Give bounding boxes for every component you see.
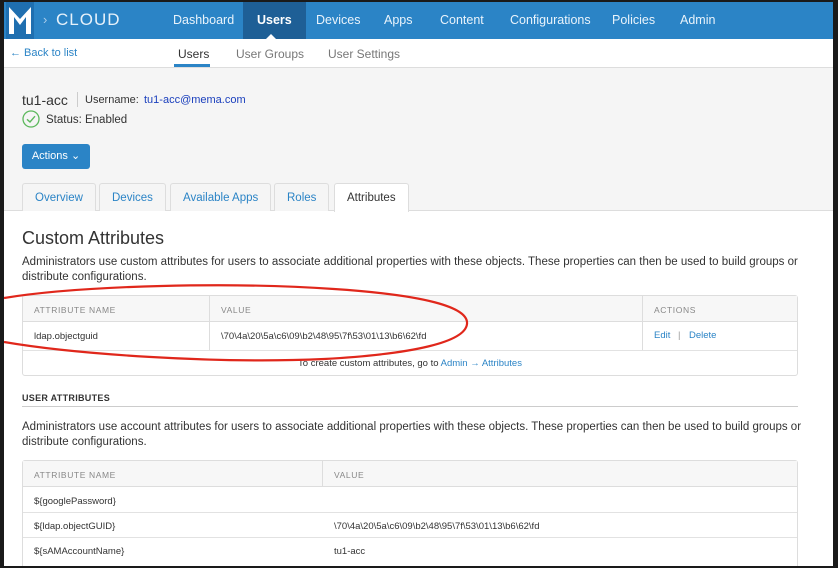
- column-header-actions: ACTIONS: [654, 305, 696, 315]
- status-text: Status: Enabled: [46, 114, 128, 126]
- username-link[interactable]: tu1-acc@mema.com: [144, 94, 246, 106]
- nav-admin[interactable]: Admin: [666, 2, 729, 39]
- brand-name: CLOUD: [56, 10, 121, 29]
- row-divider: [23, 350, 797, 351]
- nav-apps[interactable]: Apps: [370, 2, 427, 39]
- table-header: ATTRIBUTE NAME VALUE ACTIONS: [23, 296, 797, 322]
- nav-content[interactable]: Content: [426, 2, 498, 39]
- active-subtab-indicator: [174, 64, 210, 67]
- logo-icon: [9, 7, 31, 34]
- tab-available-apps[interactable]: Available Apps: [170, 183, 272, 211]
- user-attributes-table: ATTRIBUTE NAME VALUE ${googlePassword} $…: [22, 460, 798, 566]
- table-row-value: \70\4a\20\5a\c6\09\b2\48\95\7f\53\01\13\…: [334, 521, 540, 532]
- attribute-name-cell: ldap.objectguid: [34, 331, 98, 342]
- table-row-name: ${googlePassword}: [34, 496, 116, 507]
- back-to-list-link[interactable]: ← Back to list: [10, 47, 77, 59]
- column-divider: [322, 461, 323, 487]
- nav-devices[interactable]: Devices: [302, 2, 374, 39]
- attribute-value-cell: \70\4a\20\5a\c6\09\b2\48\95\7f\53\01\13\…: [221, 331, 427, 342]
- custom-attributes-description: Administrators use custom attributes for…: [22, 256, 798, 283]
- table-row-name: ${ldap.objectGUID}: [34, 521, 116, 532]
- admin-attributes-link[interactable]: Admin → Attributes: [441, 358, 522, 369]
- section-title-custom-attributes: Custom Attributes: [22, 228, 165, 248]
- sub-nav: ← Back to list Users User Groups User Se…: [4, 39, 833, 68]
- column-header-name: ATTRIBUTE NAME: [34, 470, 116, 480]
- heading-divider: [22, 406, 798, 407]
- column-header-value: VALUE: [221, 305, 252, 315]
- subtab-users[interactable]: Users: [178, 47, 209, 61]
- nav-configurations[interactable]: Configurations: [496, 2, 605, 39]
- row-divider: [23, 537, 797, 538]
- header-divider: [77, 92, 78, 107]
- tab-devices[interactable]: Devices: [99, 183, 166, 211]
- username-label: Username:: [85, 94, 139, 106]
- actions-separator: |: [678, 330, 681, 341]
- column-header-value: VALUE: [334, 470, 365, 480]
- custom-attributes-table: ATTRIBUTE NAME VALUE ACTIONS ldap.object…: [22, 295, 798, 376]
- footer-text: To create custom attributes, go to: [298, 358, 439, 369]
- custom-attributes-footer: To create custom attributes, go to Admin…: [23, 358, 797, 369]
- nav-chevron-icon: ›: [43, 12, 48, 27]
- column-divider: [642, 296, 643, 350]
- table-row-name: ${sAMAccountName}: [34, 546, 125, 557]
- row-divider: [23, 512, 797, 513]
- user-id: tu1-acc: [22, 92, 68, 108]
- top-nav: › CLOUD Dashboard Users Devices Apps Con…: [4, 2, 833, 40]
- tab-attributes[interactable]: Attributes: [334, 183, 409, 212]
- column-header-name: ATTRIBUTE NAME: [34, 305, 116, 315]
- table-row-value: tu1-acc: [334, 546, 366, 557]
- tab-roles[interactable]: Roles: [274, 183, 330, 211]
- user-header: tu1-acc Username: tu1-acc@mema.com Statu…: [4, 68, 833, 212]
- actions-button[interactable]: Actions ⌄: [22, 144, 90, 169]
- app-window: › CLOUD Dashboard Users Devices Apps Con…: [4, 2, 833, 566]
- table-header: ATTRIBUTE NAME VALUE: [23, 461, 797, 487]
- column-divider: [209, 296, 210, 350]
- subtab-user-settings[interactable]: User Settings: [328, 47, 400, 61]
- nav-dashboard[interactable]: Dashboard: [159, 2, 248, 39]
- user-attributes-description: Administrators use account attributes fo…: [22, 421, 802, 448]
- subtab-user-groups[interactable]: User Groups: [236, 47, 304, 61]
- delete-link[interactable]: Delete: [689, 330, 716, 341]
- edit-link[interactable]: Edit: [654, 330, 670, 341]
- tab-overview[interactable]: Overview: [22, 183, 96, 211]
- user-attributes-heading: USER ATTRIBUTES: [22, 393, 111, 403]
- check-circle-icon: [22, 110, 40, 128]
- logo[interactable]: [6, 2, 34, 39]
- nav-policies[interactable]: Policies: [598, 2, 669, 39]
